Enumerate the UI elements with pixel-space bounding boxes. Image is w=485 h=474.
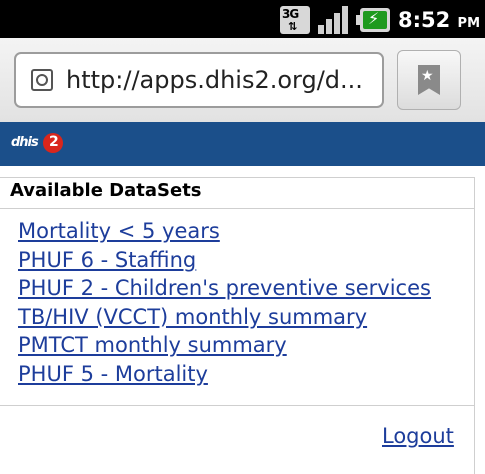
status-time: 8:52 PM [398, 8, 481, 32]
dataset-link-pmtct[interactable]: PMTCT monthly summary [18, 333, 287, 357]
dataset-link-mortality-under-5[interactable]: Mortality < 5 years [18, 219, 220, 243]
list-item: PHUF 2 - Children's preventive services [18, 276, 431, 305]
bookmark-icon: ★ [418, 65, 440, 95]
list-item: TB/HIV (VCCT) monthly summary [18, 305, 431, 334]
dataset-link-phuf5-mortality[interactable]: PHUF 5 - Mortality [18, 362, 208, 386]
dataset-link-phuf6-staffing[interactable]: PHUF 6 - Staffing [18, 248, 196, 272]
page-edge [474, 406, 475, 474]
dhis2-logo: dhis 2 [11, 133, 64, 153]
list-item: PHUF 5 - Mortality [18, 362, 431, 391]
datasets-section: Available DataSets Mortality < 5 years P… [0, 177, 475, 406]
globe-icon [31, 69, 53, 91]
signal-strength-icon [318, 6, 350, 34]
url-field[interactable]: http://apps.dhis2.org/d... [14, 52, 384, 108]
network-type: 3G [282, 7, 299, 21]
section-title: Available DataSets [10, 180, 202, 201]
url-text: http://apps.dhis2.org/d... [66, 66, 363, 94]
bookmark-button[interactable]: ★ [397, 50, 461, 110]
dataset-list: Mortality < 5 years PHUF 6 - Staffing PH… [18, 219, 431, 391]
battery-charging-icon: ⚡ [356, 8, 390, 32]
status-bar: 3G ⇅ ⚡ 8:52 PM [0, 0, 485, 38]
divider [0, 208, 474, 209]
dataset-link-phuf2-children[interactable]: PHUF 2 - Children's preventive services [18, 276, 431, 300]
list-item: PHUF 6 - Staffing [18, 248, 431, 277]
browser-toolbar: http://apps.dhis2.org/d... ★ [0, 38, 485, 123]
list-item: Mortality < 5 years [18, 219, 431, 248]
dataset-link-tb-hiv-vcct[interactable]: TB/HIV (VCCT) monthly summary [18, 305, 367, 329]
list-item: PMTCT monthly summary [18, 333, 431, 362]
3g-data-icon: 3G ⇅ [280, 6, 310, 34]
app-header: dhis 2 [0, 122, 485, 166]
logout-link[interactable]: Logout [382, 424, 454, 448]
